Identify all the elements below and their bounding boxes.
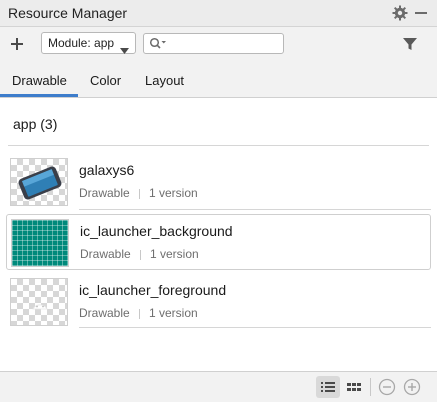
add-icon[interactable] xyxy=(8,35,26,53)
search-icon[interactable] xyxy=(149,37,167,50)
resource-version-count: 1 version xyxy=(149,186,198,200)
separator xyxy=(370,378,371,396)
resource-thumbnail xyxy=(10,158,68,206)
separator xyxy=(140,250,141,260)
android-head-icon xyxy=(32,304,48,310)
zoom-out-icon[interactable] xyxy=(377,377,397,397)
tab-drawable[interactable]: Drawable xyxy=(0,63,78,97)
resource-row-galaxys6[interactable]: galaxys6 Drawable 1 version xyxy=(6,154,431,210)
resource-version-count: 1 version xyxy=(150,247,199,261)
list-view-icon[interactable] xyxy=(316,376,340,398)
divider xyxy=(79,327,431,328)
gear-icon[interactable] xyxy=(391,4,409,22)
minimize-icon[interactable] xyxy=(415,12,427,14)
resource-thumbnail xyxy=(10,278,68,326)
resource-name: ic_launcher_foreground xyxy=(79,282,227,298)
resource-row-ic-launcher-foreground[interactable]: ic_launcher_foreground Drawable 1 versio… xyxy=(6,274,431,330)
filter-icon[interactable] xyxy=(403,37,417,51)
search-input[interactable] xyxy=(143,33,284,54)
resource-type: Drawable xyxy=(79,186,130,200)
tab-color[interactable]: Color xyxy=(90,73,121,88)
phone-image-icon xyxy=(18,166,62,200)
selected-tab-indicator xyxy=(0,94,78,97)
title-bar: Resource Manager xyxy=(0,0,437,27)
resource-name: galaxys6 xyxy=(79,162,135,178)
resource-thumbnail xyxy=(11,219,69,267)
module-dropdown-label: Module: app xyxy=(48,36,115,50)
bottom-toolbar xyxy=(0,371,437,402)
toolbar: Module: app xyxy=(0,27,437,63)
resource-name: ic_launcher_background xyxy=(80,223,233,239)
tab-drawable-label: Drawable xyxy=(12,73,67,88)
resource-version-count: 1 version xyxy=(149,306,198,320)
divider xyxy=(79,209,431,210)
tab-layout[interactable]: Layout xyxy=(145,73,184,88)
module-dropdown[interactable]: Module: app xyxy=(41,32,136,54)
resource-type: Drawable xyxy=(80,247,131,261)
separator xyxy=(139,309,140,319)
resource-type: Drawable xyxy=(79,306,130,320)
group-title: app (3) xyxy=(13,116,58,132)
grid-view-icon[interactable] xyxy=(343,376,365,398)
zoom-in-icon[interactable] xyxy=(402,377,422,397)
tab-bar: Drawable Color Layout xyxy=(0,63,437,98)
divider xyxy=(8,145,429,146)
resource-row-ic-launcher-background[interactable]: ic_launcher_background Drawable 1 versio… xyxy=(6,214,431,270)
window-title: Resource Manager xyxy=(8,5,128,21)
chevron-down-icon xyxy=(120,41,129,54)
separator xyxy=(139,189,140,199)
